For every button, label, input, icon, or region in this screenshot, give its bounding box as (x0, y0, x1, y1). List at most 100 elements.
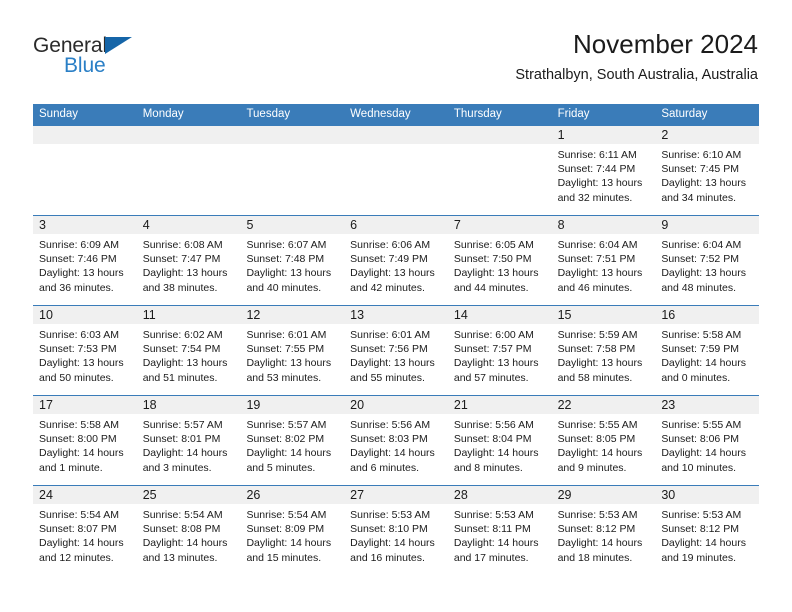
day-info: Sunrise: 5:54 AM Sunset: 8:07 PM Dayligh… (33, 504, 137, 565)
daylight-text-line1: Daylight: 13 hours (350, 357, 435, 370)
sunset-text: Sunset: 8:12 PM (661, 523, 739, 536)
day-cell[interactable]: 24 Sunrise: 5:54 AM Sunset: 8:07 PM Dayl… (33, 486, 137, 575)
day-cell[interactable]: 21 Sunrise: 5:56 AM Sunset: 8:04 PM Dayl… (447, 396, 552, 485)
day-info: Sunrise: 5:56 AM Sunset: 8:04 PM Dayligh… (448, 414, 552, 475)
sunset-text: Sunset: 8:07 PM (39, 523, 117, 536)
day-number: 11 (142, 308, 156, 322)
day-number: 9 (661, 218, 669, 232)
daylight-text-line1: Daylight: 13 hours (39, 267, 124, 280)
day-cell[interactable]: 26 Sunrise: 5:54 AM Sunset: 8:09 PM Dayl… (240, 486, 345, 575)
daylight-text-line1: Daylight: 14 hours (661, 537, 746, 550)
day-cell[interactable]: 4 Sunrise: 6:08 AM Sunset: 7:47 PM Dayli… (136, 216, 241, 305)
day-info: Sunrise: 6:09 AM Sunset: 7:46 PM Dayligh… (33, 234, 137, 295)
sunset-text: Sunset: 8:09 PM (246, 523, 325, 536)
day-cell[interactable]: 1 Sunrise: 6:11 AM Sunset: 7:44 PM Dayli… (551, 126, 656, 215)
day-cell[interactable]: 22 Sunrise: 5:55 AM Sunset: 8:05 PM Dayl… (551, 396, 656, 485)
sunrise-text: Sunrise: 5:54 AM (39, 509, 119, 521)
day-info: Sunrise: 6:05 AM Sunset: 7:50 PM Dayligh… (448, 234, 552, 295)
sunset-text: Sunset: 7:57 PM (453, 343, 532, 356)
sunset-text: Sunset: 8:05 PM (557, 433, 636, 446)
sunrise-text: Sunrise: 5:53 AM (350, 509, 431, 521)
day-cell-empty (240, 126, 345, 215)
daynum-band (240, 126, 345, 144)
sunset-text: Sunset: 8:02 PM (246, 433, 325, 446)
day-cell[interactable]: 13 Sunrise: 6:01 AM Sunset: 7:56 PM Dayl… (344, 306, 448, 395)
day-number: 26 (246, 488, 261, 502)
day-info: Sunrise: 5:58 AM Sunset: 7:59 PM Dayligh… (655, 324, 759, 385)
day-cell[interactable]: 28 Sunrise: 5:53 AM Sunset: 8:11 PM Dayl… (447, 486, 552, 575)
day-info: Sunrise: 5:55 AM Sunset: 8:05 PM Dayligh… (552, 414, 656, 475)
daylight-text-line1: Daylight: 13 hours (246, 357, 332, 370)
day-cell[interactable]: 16 Sunrise: 5:58 AM Sunset: 7:59 PM Dayl… (655, 306, 760, 395)
daylight-text-line1: Daylight: 14 hours (246, 537, 332, 550)
general-blue-logo[interactable]: General Blue (33, 34, 233, 82)
daylight-text-line2: and 12 minutes. (39, 551, 114, 564)
day-cell[interactable]: 18 Sunrise: 5:57 AM Sunset: 8:01 PM Dayl… (136, 396, 241, 485)
day-number: 13 (350, 308, 365, 322)
daylight-text-line2: and 19 minutes. (661, 551, 737, 564)
daylight-text-line2: and 50 minutes. (39, 371, 114, 384)
day-info: Sunrise: 6:04 AM Sunset: 7:52 PM Dayligh… (655, 234, 759, 295)
day-info: Sunrise: 5:56 AM Sunset: 8:03 PM Dayligh… (344, 414, 448, 475)
day-cell[interactable]: 20 Sunrise: 5:56 AM Sunset: 8:03 PM Dayl… (344, 396, 448, 485)
day-cell[interactable]: 25 Sunrise: 5:54 AM Sunset: 8:08 PM Dayl… (136, 486, 241, 575)
sunset-text: Sunset: 7:46 PM (39, 253, 117, 266)
daynum-band: 23 (655, 396, 760, 414)
daynum-band: 20 (344, 396, 448, 414)
day-cell[interactable]: 8 Sunrise: 6:04 AM Sunset: 7:51 PM Dayli… (551, 216, 656, 305)
day-number: 24 (39, 488, 53, 502)
daynum-band: 4 (136, 216, 241, 234)
day-cell[interactable]: 30 Sunrise: 5:53 AM Sunset: 8:12 PM Dayl… (655, 486, 760, 575)
day-cell[interactable]: 17 Sunrise: 5:58 AM Sunset: 8:00 PM Dayl… (33, 396, 137, 485)
day-info: Sunrise: 6:01 AM Sunset: 7:55 PM Dayligh… (240, 324, 344, 385)
daylight-text-line1: Daylight: 14 hours (350, 537, 435, 550)
day-info: Sunrise: 5:59 AM Sunset: 7:58 PM Dayligh… (552, 324, 656, 385)
sunrise-text: Sunrise: 5:56 AM (350, 419, 431, 431)
day-number: 7 (453, 218, 461, 232)
daylight-text-line2: and 6 minutes. (350, 461, 420, 474)
daylight-text-line1: Daylight: 14 hours (557, 447, 643, 460)
day-cell[interactable]: 10 Sunrise: 6:03 AM Sunset: 7:53 PM Dayl… (33, 306, 137, 395)
sunset-text: Sunset: 7:56 PM (350, 343, 428, 356)
sunset-text: Sunset: 7:51 PM (557, 253, 636, 266)
day-cell[interactable]: 2 Sunrise: 6:10 AM Sunset: 7:45 PM Dayli… (655, 126, 760, 215)
sunset-text: Sunset: 8:04 PM (453, 433, 532, 446)
daylight-text-line2: and 57 minutes. (453, 371, 529, 384)
day-cell[interactable]: 19 Sunrise: 5:57 AM Sunset: 8:02 PM Dayl… (240, 396, 345, 485)
daynum-band (136, 126, 241, 144)
day-info: Sunrise: 5:58 AM Sunset: 8:00 PM Dayligh… (33, 414, 137, 475)
day-cell[interactable]: 15 Sunrise: 5:59 AM Sunset: 7:58 PM Dayl… (551, 306, 656, 395)
day-number: 19 (246, 398, 261, 412)
sunset-text: Sunset: 7:55 PM (246, 343, 325, 356)
daynum-band (33, 126, 137, 144)
day-cell[interactable]: 29 Sunrise: 5:53 AM Sunset: 8:12 PM Dayl… (551, 486, 656, 575)
day-cell[interactable]: 11 Sunrise: 6:02 AM Sunset: 7:54 PM Dayl… (136, 306, 241, 395)
day-cell[interactable]: 23 Sunrise: 5:55 AM Sunset: 8:06 PM Dayl… (655, 396, 760, 485)
day-cell[interactable]: 6 Sunrise: 6:06 AM Sunset: 7:49 PM Dayli… (344, 216, 448, 305)
day-number: 2 (661, 128, 669, 142)
week-row: 1 Sunrise: 6:11 AM Sunset: 7:44 PM Dayli… (33, 125, 760, 215)
sunrise-text: Sunrise: 5:56 AM (453, 419, 534, 431)
daylight-text-line1: Daylight: 14 hours (557, 537, 643, 550)
day-cell[interactable]: 12 Sunrise: 6:01 AM Sunset: 7:55 PM Dayl… (240, 306, 345, 395)
day-info: Sunrise: 6:02 AM Sunset: 7:54 PM Dayligh… (137, 324, 241, 385)
daynum-band: 10 (33, 306, 137, 324)
sunrise-text: Sunrise: 6:05 AM (453, 239, 534, 251)
daylight-text-line2: and 1 minute. (39, 461, 103, 474)
day-number: 6 (350, 218, 358, 232)
daylight-text-line1: Daylight: 14 hours (39, 537, 124, 550)
day-number: 12 (246, 308, 261, 322)
day-cell[interactable]: 9 Sunrise: 6:04 AM Sunset: 7:52 PM Dayli… (655, 216, 760, 305)
day-cell[interactable]: 27 Sunrise: 5:53 AM Sunset: 8:10 PM Dayl… (344, 486, 448, 575)
sunset-text: Sunset: 8:11 PM (453, 523, 531, 536)
daylight-text-line1: Daylight: 13 hours (557, 267, 643, 280)
day-cell[interactable]: 14 Sunrise: 6:00 AM Sunset: 7:57 PM Dayl… (447, 306, 552, 395)
day-cell[interactable]: 3 Sunrise: 6:09 AM Sunset: 7:46 PM Dayli… (33, 216, 137, 305)
day-cell[interactable]: 5 Sunrise: 6:07 AM Sunset: 7:48 PM Dayli… (240, 216, 345, 305)
sunset-text: Sunset: 8:12 PM (557, 523, 636, 536)
daylight-text-line2: and 40 minutes. (246, 281, 322, 294)
weekday-header-row: Sunday Monday Tuesday Wednesday Thursday… (33, 104, 759, 125)
day-cell[interactable]: 7 Sunrise: 6:05 AM Sunset: 7:50 PM Dayli… (447, 216, 552, 305)
day-number: 29 (557, 488, 572, 502)
sunset-text: Sunset: 8:01 PM (142, 433, 221, 446)
